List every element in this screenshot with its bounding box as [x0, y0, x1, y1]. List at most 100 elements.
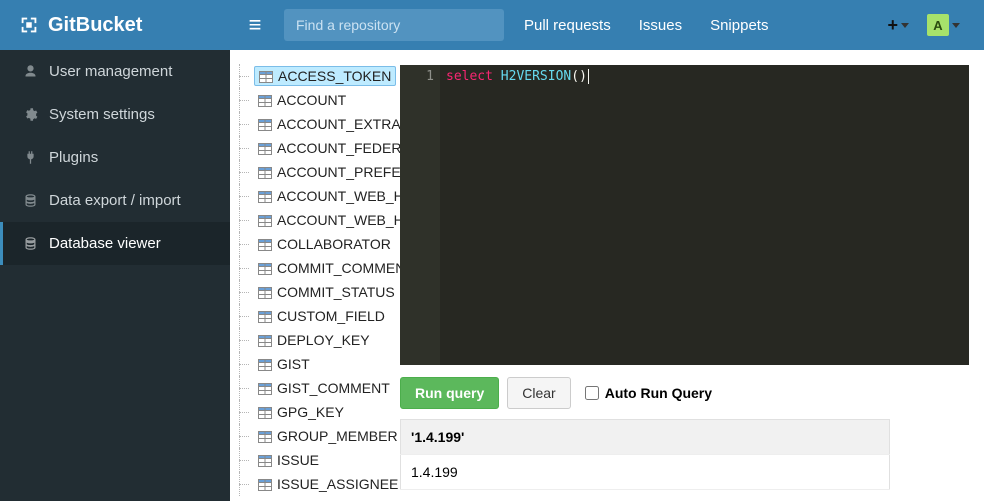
database-icon [21, 236, 39, 251]
table-node[interactable]: GIST_COMMENT [230, 376, 400, 400]
table-node[interactable]: GIST [230, 352, 400, 376]
table-icon [258, 166, 272, 178]
search-input[interactable] [284, 9, 504, 41]
table-node[interactable]: DEPLOY_KEY [230, 328, 400, 352]
table-icon [259, 70, 273, 82]
table-name: GIST [277, 356, 310, 372]
table-node[interactable]: GROUP_MEMBER [230, 424, 400, 448]
editor-column: 1 select H2VERSION() Run query Clear Aut… [400, 50, 984, 501]
table-node[interactable]: ACCOUNT_WEB_H [230, 184, 400, 208]
tree-connector-icon [230, 112, 252, 136]
plus-icon: + [887, 15, 898, 36]
top-bar: GitBucket Pull requests Issues Snippets … [0, 0, 984, 50]
sidebar-item-label: User management [49, 63, 172, 80]
caret-down-icon [901, 23, 909, 28]
hamburger-icon [249, 14, 262, 36]
line-number: 1 [400, 69, 434, 84]
user-menu[interactable]: A [927, 14, 960, 36]
table-icon [258, 142, 272, 154]
brand-title: GitBucket [48, 14, 142, 37]
table-name: DEPLOY_KEY [277, 332, 370, 348]
table-node[interactable]: ACCOUNT_EXTRA_ [230, 112, 400, 136]
sidebar-item-label: System settings [49, 106, 155, 123]
tree-connector-icon [230, 184, 252, 208]
query-controls: Run query Clear Auto Run Query [400, 365, 969, 419]
sql-editor[interactable]: 1 select H2VERSION() [400, 65, 969, 365]
clear-button[interactable]: Clear [507, 377, 570, 409]
sidebar-item-user-management[interactable]: User management [0, 50, 230, 93]
table-node[interactable]: ACCOUNT [230, 88, 400, 112]
table-node[interactable]: COMMIT_STATUS [230, 280, 400, 304]
topbar-right: Pull requests Issues Snippets + A [230, 9, 984, 41]
table-icon [258, 358, 272, 370]
sidebar-toggle-button[interactable] [240, 10, 270, 40]
sidebar-item-database-viewer[interactable]: Database viewer [0, 222, 230, 265]
table-name: ACCOUNT_FEDERA [277, 140, 400, 156]
table-name: COMMIT_STATUS [277, 284, 395, 300]
table-label-wrap: ACCOUNT [254, 91, 350, 109]
table-name: ISSUE [277, 452, 319, 468]
database-icon [21, 193, 39, 208]
tree-connector-icon [230, 88, 252, 112]
table-node[interactable]: ISSUE [230, 448, 400, 472]
sidebar-item-label: Data export / import [49, 192, 181, 209]
sidebar-item-label: Database viewer [49, 235, 161, 252]
auto-run-wrap: Auto Run Query [585, 385, 712, 401]
tree-connector-icon [230, 400, 252, 424]
table-list: ACCESS_TOKEN ACCOUNT ACCOUNT_EXTRA_ ACCOUNT… [230, 64, 400, 496]
sidebar-item-system-settings[interactable]: System settings [0, 93, 230, 136]
table-node[interactable]: COLLABORATOR [230, 232, 400, 256]
table-icon [258, 94, 272, 106]
brand[interactable]: GitBucket [0, 0, 230, 50]
table-node[interactable]: ACCESS_TOKEN [230, 64, 400, 88]
table-node[interactable]: ISSUE_ASSIGNEE [230, 472, 400, 496]
auto-run-checkbox[interactable] [585, 386, 599, 400]
table-name: CUSTOM_FIELD [277, 308, 385, 324]
top-actions: + A [887, 14, 974, 36]
run-query-button[interactable]: Run query [400, 377, 499, 409]
token-keyword: select [446, 69, 493, 84]
brand-logo-icon [18, 14, 40, 36]
table-label-wrap: GIST [254, 355, 314, 373]
table-name: ACCOUNT [277, 92, 346, 108]
table-name: COMMIT_COMMEN [277, 260, 400, 276]
table-label-wrap: ACCOUNT_FEDERA [254, 139, 400, 157]
table-node[interactable]: ACCOUNT_WEB_H [230, 208, 400, 232]
table-node[interactable]: GPG_KEY [230, 400, 400, 424]
editor-body[interactable]: select H2VERSION() [440, 65, 969, 365]
gear-icon [21, 107, 39, 122]
create-new-button[interactable]: + [887, 15, 909, 36]
user-icon [21, 64, 39, 79]
table-node[interactable]: COMMIT_COMMEN [230, 256, 400, 280]
sidebar-item-data-export-import[interactable]: Data export / import [0, 179, 230, 222]
sidebar-item-plugins[interactable]: Plugins [0, 136, 230, 179]
nav-issues[interactable]: Issues [639, 17, 682, 34]
result-header: '1.4.199' [401, 420, 890, 455]
tree-connector-icon [230, 160, 252, 184]
avatar: A [927, 14, 949, 36]
table-node[interactable]: ACCOUNT_PREFER [230, 160, 400, 184]
nav-pull-requests[interactable]: Pull requests [524, 17, 611, 34]
tree-connector-icon [230, 472, 252, 496]
table-icon [258, 430, 272, 442]
tree-connector-icon [230, 256, 252, 280]
tree-connector-icon [230, 448, 252, 472]
table-node[interactable]: CUSTOM_FIELD [230, 304, 400, 328]
tree-connector-icon [230, 208, 252, 232]
result-cell: 1.4.199 [401, 455, 890, 490]
table-label-wrap: COLLABORATOR [254, 235, 395, 253]
table-label-wrap: GROUP_MEMBER [254, 427, 400, 445]
table-node[interactable]: ACCOUNT_FEDERA [230, 136, 400, 160]
tree-connector-icon [230, 280, 252, 304]
table-label-wrap: GIST_COMMENT [254, 379, 394, 397]
table-icon [258, 334, 272, 346]
tree-connector-icon [230, 232, 252, 256]
top-nav: Pull requests Issues Snippets [524, 17, 768, 34]
tree-connector-icon [230, 424, 252, 448]
table-icon [258, 118, 272, 130]
sidebar-item-label: Plugins [49, 149, 98, 166]
nav-snippets[interactable]: Snippets [710, 17, 768, 34]
plug-icon [21, 150, 39, 165]
table-label-wrap: ACCOUNT_EXTRA_ [254, 115, 400, 133]
content: ACCESS_TOKEN ACCOUNT ACCOUNT_EXTRA_ ACCOUNT… [230, 50, 984, 501]
